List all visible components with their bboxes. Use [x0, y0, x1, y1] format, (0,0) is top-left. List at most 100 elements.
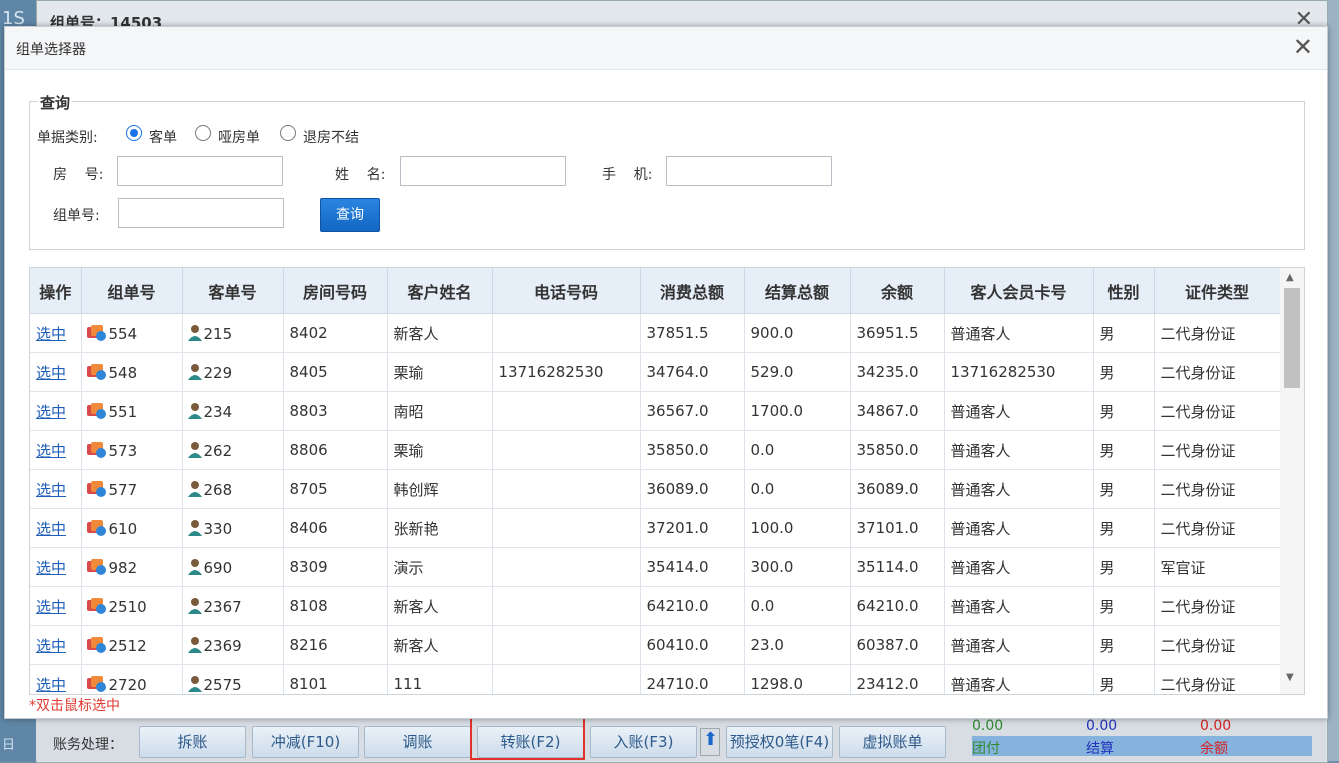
- settlement-label: 结算: [1086, 741, 1114, 757]
- select-link[interactable]: 选中: [36, 598, 66, 616]
- table-row[interactable]: 选中 548 229 8405 栗瑜 13716282530 34764.0 529.0 342…: [30, 352, 1281, 392]
- select-link[interactable]: 选中: [36, 559, 66, 577]
- cell-op[interactable]: 选中: [30, 625, 82, 665]
- cell-settlement-total: 100.0: [744, 508, 851, 548]
- scroll-up-icon[interactable]: ▲: [1286, 272, 1294, 283]
- select-link[interactable]: 选中: [36, 325, 66, 343]
- cell-id-type: 二代身份证: [1154, 664, 1281, 694]
- select-link[interactable]: 选中: [36, 520, 66, 538]
- cell-id-type: 二代身份证: [1154, 508, 1281, 548]
- guest-bill-value: 330: [203, 519, 233, 538]
- group-number-input[interactable]: [118, 198, 284, 228]
- offset-button[interactable]: 冲减(F10): [252, 726, 359, 758]
- guest-icon: [187, 558, 204, 577]
- radio-dummy-room[interactable]: [195, 125, 211, 141]
- radio-guest-bill[interactable]: [126, 125, 142, 141]
- table-header-row: 操作 组单号 客单号 房间号码 客户姓名 电话号码 消费总额 结算总额 余额 客人会员卡号 性别 证件…: [30, 268, 1281, 314]
- guest-bill-value: 690: [203, 558, 233, 577]
- select-link[interactable]: 选中: [36, 364, 66, 382]
- scroll-down-icon[interactable]: ▼: [1286, 672, 1294, 683]
- table-row[interactable]: 选中 2510 2367 8108 新客人 64210.0 0.0 64210.0 普通客人男二…: [30, 586, 1281, 626]
- radio-dummy-room-label[interactable]: 哑房单: [218, 127, 260, 147]
- virtual-bill-button[interactable]: 虚拟账单: [839, 726, 946, 758]
- table-body: 选中 554 215 8402 新客人 37851.5 900.0 36951.5 普通客人男二…: [30, 313, 1281, 694]
- cell-settlement-total: 1700.0: [744, 391, 851, 431]
- cell-op[interactable]: 选中: [30, 508, 82, 548]
- cell-gender: 男: [1093, 547, 1155, 587]
- table-scrollbar[interactable]: ▲ ▼: [1280, 268, 1304, 694]
- cell-gender: 男: [1093, 625, 1155, 665]
- name-input[interactable]: [400, 156, 566, 186]
- cell-op[interactable]: 选中: [30, 313, 82, 353]
- query-button[interactable]: 查询: [320, 198, 380, 232]
- post-entry-button[interactable]: 入账(F3): [590, 726, 697, 758]
- table-row[interactable]: 选中 2720 2575 8101 111 24710.0 1298.0 23412.0 普通客…: [30, 664, 1281, 694]
- consumption-total-header: 消费总额: [640, 268, 745, 314]
- cell-op[interactable]: 选中: [30, 469, 82, 509]
- cell-phone: [492, 664, 641, 694]
- phone-input[interactable]: [666, 156, 832, 186]
- group-bill-icon: [86, 363, 109, 382]
- guest-icon: [187, 675, 204, 694]
- radio-checkout-unsettled[interactable]: [280, 125, 296, 141]
- table-row[interactable]: 选中 2512 2369 8216 新客人 60410.0 23.0 60387.0 普通客人男…: [30, 625, 1281, 665]
- select-link[interactable]: 选中: [36, 676, 66, 694]
- table-row[interactable]: 选中 577 268 8705 韩创辉 36089.0 0.0 36089.0 普通客人男二代身…: [30, 469, 1281, 509]
- cell-settlement-total: 23.0: [744, 625, 851, 665]
- cell-guest-bill: 690: [182, 547, 284, 587]
- customer-name-header: 客户姓名: [387, 268, 493, 314]
- scrollbar-thumb[interactable]: [1284, 288, 1300, 388]
- table-row[interactable]: 选中 551 234 8803 南昭 36567.0 1700.0 34867.0 普通客人男二…: [30, 391, 1281, 431]
- gender-header: 性别: [1093, 268, 1155, 314]
- cell-consumption-total: 24710.0: [640, 664, 745, 694]
- select-link[interactable]: 选中: [36, 637, 66, 655]
- cell-id-type: 二代身份证: [1154, 313, 1281, 353]
- split-account-button[interactable]: 拆账: [139, 726, 246, 758]
- close-icon[interactable]: ✕: [1293, 33, 1313, 61]
- cell-id-type: 二代身份证: [1154, 469, 1281, 509]
- cell-customer-name: 栗瑜: [387, 430, 493, 470]
- table-row[interactable]: 选中 982 690 8309 演示 35414.0 300.0 35114.0 普通客人男军官…: [30, 547, 1281, 587]
- cell-balance: 36089.0: [850, 469, 945, 509]
- pre-authorization-button[interactable]: 预授权0笔(F4): [726, 726, 833, 758]
- adjust-account-button[interactable]: 调账: [364, 726, 471, 758]
- table-row[interactable]: 选中 554 215 8402 新客人 37851.5 900.0 36951.5 普通客人男二…: [30, 313, 1281, 353]
- cell-room-number: 8101: [283, 664, 388, 694]
- table-row[interactable]: 选中 573 262 8806 栗瑜 35850.0 0.0 35850.0 普通客人男二代身份…: [30, 430, 1281, 470]
- cell-guest-bill: 2575: [182, 664, 284, 694]
- cell-group-number: 2510: [81, 586, 183, 626]
- guest-bill-value: 2367: [203, 597, 242, 616]
- cell-phone: 13716282530: [492, 352, 641, 392]
- cell-op[interactable]: 选中: [30, 547, 82, 587]
- cell-phone: [492, 586, 641, 626]
- group-table-panel: 操作 组单号 客单号 房间号码 客户姓名 电话号码 消费总额 结算总额 余额 客人会员卡号 性别 证件…: [29, 267, 1305, 695]
- select-link[interactable]: 选中: [36, 481, 66, 499]
- select-link[interactable]: 选中: [36, 442, 66, 460]
- select-link[interactable]: 选中: [36, 403, 66, 421]
- upload-arrow-button[interactable]: ⬆: [700, 728, 720, 756]
- cell-op[interactable]: 选中: [30, 352, 82, 392]
- id-type-header: 证件类型: [1154, 268, 1281, 314]
- table-row[interactable]: 选中 610 330 8406 张新艳 37201.0 100.0 37101.0 普通客人男二…: [30, 508, 1281, 548]
- cell-customer-name: 演示: [387, 547, 493, 587]
- guest-icon: [187, 636, 204, 655]
- cell-settlement-total: 1298.0: [744, 664, 851, 694]
- guest-icon: [187, 519, 204, 538]
- cell-op[interactable]: 选中: [30, 430, 82, 470]
- cell-op[interactable]: 选中: [30, 586, 82, 626]
- guest-icon: [187, 441, 204, 460]
- cell-room-number: 8705: [283, 469, 388, 509]
- group-number-value: 982: [108, 558, 138, 577]
- cell-settlement-total: 0.0: [744, 586, 851, 626]
- cell-group-number: 554: [81, 313, 183, 353]
- cell-op[interactable]: 选中: [30, 664, 82, 694]
- radio-guest-bill-label[interactable]: 客单: [149, 127, 177, 147]
- cell-customer-name: 张新艳: [387, 508, 493, 548]
- cell-group-number: 573: [81, 430, 183, 470]
- group-number-value: 610: [108, 519, 138, 538]
- room-number-input[interactable]: [117, 156, 283, 186]
- cell-settlement-total: 529.0: [744, 352, 851, 392]
- radio-checkout-unsettled-label[interactable]: 退房不结: [303, 127, 359, 147]
- group-pay-label: 团付: [972, 741, 1000, 757]
- cell-op[interactable]: 选中: [30, 391, 82, 431]
